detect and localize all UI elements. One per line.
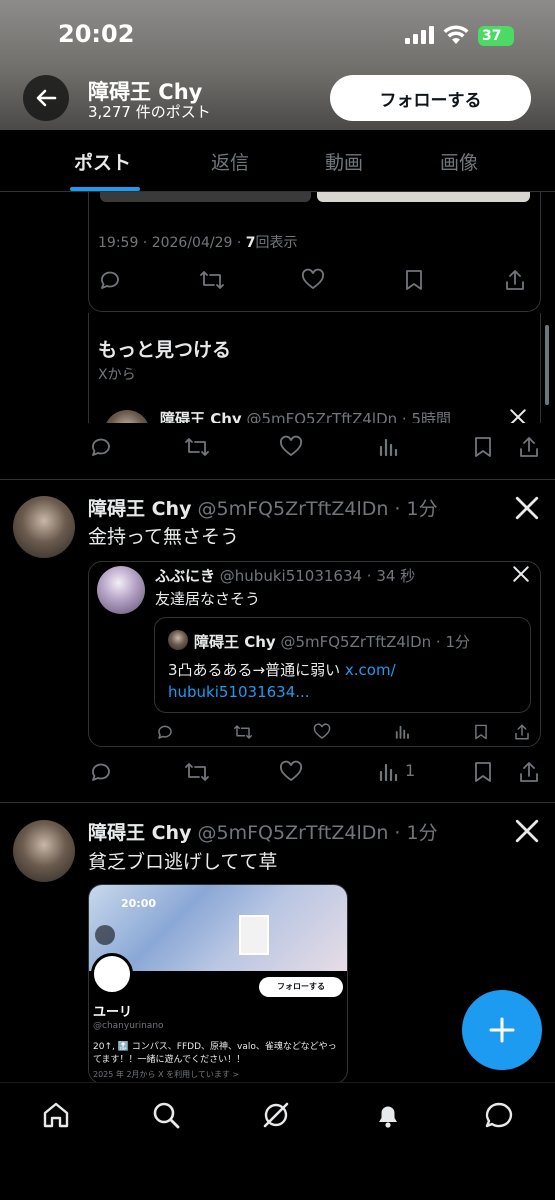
like-icon[interactable] (301, 268, 325, 292)
post-meta: 19:59 · 2026/04/29 · 7回表示 (98, 232, 298, 252)
views-icon[interactable] (393, 723, 411, 741)
status-time: 20:02 (58, 20, 135, 48)
image-status-time: 20:00 (121, 897, 157, 910)
author-handle: @hubuki51031634 · 34 秒 (219, 567, 416, 585)
bell-icon[interactable] (373, 1100, 403, 1130)
quoted-post-card[interactable] (88, 192, 541, 312)
author-handle: @5mFQ5ZrTftZ4lDn · 1分 (197, 498, 438, 520)
like-icon[interactable] (279, 760, 303, 784)
divider (0, 479, 555, 480)
x-logo-icon (512, 565, 530, 583)
search-icon[interactable] (151, 1100, 181, 1130)
profile-tabs: ポスト 返信 動画 画像 (0, 130, 555, 192)
divider (0, 802, 555, 803)
back-button[interactable] (23, 75, 69, 121)
follow-button[interactable]: フォローする (330, 75, 531, 121)
nested-quote-author: 障碍王 Chy @5mFQ5ZrTftZ4lDn · 1分 (194, 631, 470, 652)
author-name[interactable]: 障碍王 Chy (88, 498, 191, 520)
media-thumbnail (317, 192, 530, 202)
share-icon[interactable] (513, 723, 531, 741)
bookmark-icon[interactable] (472, 435, 494, 459)
view-count: 7 (245, 235, 256, 251)
nested-link[interactable]: x.com/ (345, 661, 396, 679)
view-count: 1 (405, 761, 416, 780)
image-joined: 2025 年 2月から X を利用しています > (93, 1070, 240, 1079)
battery-level: 37 (482, 28, 502, 44)
reply-icon[interactable] (98, 268, 122, 292)
plus-icon (489, 1017, 515, 1043)
wifi-icon (443, 24, 469, 46)
media-thumbnail (100, 192, 311, 202)
tab-posts[interactable]: ポスト (74, 148, 131, 175)
post-text: 金持って無さそう (88, 526, 240, 548)
share-icon[interactable] (503, 268, 527, 292)
quote-author: ふぶにき @hubuki51031634 · 34 秒 (155, 565, 415, 586)
avatar[interactable] (13, 820, 75, 882)
post-author: 障碍王 Chy @5mFQ5ZrTftZ4lDn · 1分 (88, 818, 438, 845)
repost-icon[interactable] (184, 435, 210, 459)
reply-icon[interactable] (156, 723, 174, 741)
post-count: 3,277 件のポスト (88, 103, 211, 121)
image-avatar (91, 953, 133, 995)
discover-title: もっと見つける (98, 339, 232, 361)
compose-button[interactable] (462, 990, 542, 1070)
arrow-left-icon (36, 89, 57, 107)
discover-source: Xから (98, 367, 136, 383)
nested-text: 3凸あるある→普通に弱い (168, 661, 345, 679)
avatar[interactable] (13, 496, 75, 558)
grok-icon[interactable] (261, 1100, 291, 1130)
image-handle: @chanyurinano (93, 1021, 164, 1031)
image-bio: 20↑, 🔝 コンパス、FFDD、原神、valo、雀魂などなどやってます！！一緒… (93, 1042, 337, 1065)
tab-images[interactable]: 画像 (440, 148, 478, 175)
share-icon[interactable] (517, 760, 541, 784)
avatar[interactable] (97, 566, 145, 614)
post-timestamp: 19:59 · 2026/04/29 · (98, 235, 246, 251)
discover-more-card[interactable] (88, 313, 541, 423)
nested-quote-text: 3凸あるある→普通に弱い x.com/hubuki51031634... (168, 659, 518, 703)
scrollbar[interactable] (545, 325, 549, 405)
quote-text: 友達居なさそう (155, 590, 261, 608)
image-follow-button: フォローする (259, 977, 343, 997)
author-handle: @5mFQ5ZrTftZ4lDn · 1分 (280, 633, 470, 651)
home-icon[interactable] (41, 1100, 71, 1130)
post-text: 貧乏ブロ逃げしてて草 (88, 851, 278, 873)
x-logo-icon (514, 818, 540, 844)
author-name[interactable]: 障碍王 Chy (88, 822, 191, 844)
post-image[interactable]: 20:00 フォローする ユーリ @chanyurinano 20↑, 🔝 コン… (88, 884, 348, 1084)
view-suffix: 回表示 (255, 235, 298, 251)
views-icon[interactable] (376, 435, 400, 459)
post-author: 障碍王 Chy @5mFQ5ZrTftZ4lDn · 1分 (88, 494, 438, 521)
bookmark-icon[interactable] (472, 760, 494, 784)
tab-active-indicator (70, 187, 140, 191)
repost-icon[interactable] (184, 760, 210, 784)
image-name: ユーリ (93, 1005, 133, 1020)
author-name: 障碍王 Chy (194, 633, 276, 651)
bookmark-icon[interactable] (403, 268, 425, 292)
messages-icon[interactable] (483, 1100, 515, 1130)
author-handle: @5mFQ5ZrTftZ4lDn · 1分 (197, 822, 438, 844)
repost-icon[interactable] (199, 268, 225, 292)
signal-icon (405, 26, 435, 44)
like-icon[interactable] (279, 435, 303, 459)
views-icon[interactable] (376, 760, 400, 784)
repost-icon[interactable] (233, 723, 253, 741)
battery-indicator: 37 (478, 26, 514, 46)
reply-icon[interactable] (89, 435, 113, 459)
author-name: ふぶにき (155, 567, 216, 585)
image-photo (239, 915, 269, 955)
nested-link-cont[interactable]: hubuki51031634... (168, 683, 310, 701)
like-icon[interactable] (313, 723, 331, 741)
image-back-icon (95, 925, 115, 945)
bookmark-icon[interactable] (473, 723, 489, 741)
share-icon[interactable] (517, 435, 541, 459)
tab-videos[interactable]: 動画 (325, 148, 363, 175)
tab-replies[interactable]: 返信 (211, 148, 249, 175)
x-logo-icon (514, 495, 540, 521)
avatar (168, 630, 188, 650)
reply-icon[interactable] (89, 760, 113, 784)
